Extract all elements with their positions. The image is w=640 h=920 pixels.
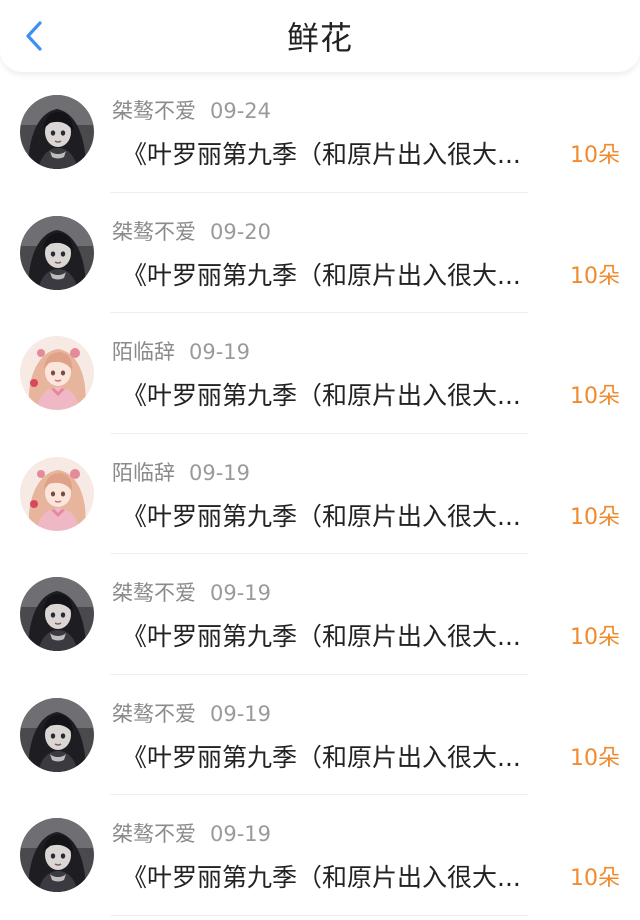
list-item[interactable]: 桀骜不爱 09-20 《叶罗丽第九季（和原片出入很大... 10朵 (0, 193, 640, 313)
date: 09-19 (210, 822, 272, 846)
list-item[interactable]: 桀骜不爱 09-19 《叶罗丽第九季（和原片出入很大... 10朵 (0, 554, 640, 675)
date: 09-19 (210, 581, 272, 605)
username: 陌临辞 (112, 340, 175, 364)
flower-amount: 10朵 (570, 143, 620, 168)
flower-amount: 10朵 (570, 866, 620, 891)
list-item[interactable]: 桀骜不爱 09-19 《叶罗丽第九季（和原片出入很大... 10朵 (0, 795, 640, 916)
book-title: 《叶罗丽第九季（和原片出入很大... (122, 622, 521, 651)
list-item[interactable]: 桀骜不爱 09-24 《叶罗丽第九季（和原片出入很大... 10朵 (0, 72, 640, 193)
username: 桀骜不爱 (112, 822, 196, 846)
avatar[interactable] (20, 336, 94, 410)
item-meta: 桀骜不爱 09-19 (112, 821, 271, 847)
date: 09-20 (210, 219, 272, 244)
username: 桀骜不爱 (112, 701, 196, 726)
book-title: 《叶罗丽第九季（和原片出入很大... (122, 501, 521, 531)
list-item[interactable]: 陌临辞 09-19 《叶罗丽第九季（和原片出入很大... 10朵 (0, 434, 640, 554)
book-title: 《叶罗丽第九季（和原片出入很大... (122, 140, 521, 169)
item-meta: 桀骜不爱 09-20 (112, 219, 271, 245)
flower-amount: 10朵 (570, 625, 620, 650)
avatar[interactable] (20, 95, 94, 169)
list-item[interactable]: 桀骜不爱 09-19 《叶罗丽第九季（和原片出入很大... 10朵 (0, 675, 640, 795)
flower-amount: 10朵 (570, 384, 620, 409)
avatar[interactable] (20, 215, 94, 290)
divider (110, 914, 528, 916)
date: 09-24 (210, 99, 272, 123)
book-title: 《叶罗丽第九季（和原片出入很大... (122, 742, 521, 772)
page-title: 鲜花 (286, 19, 353, 57)
list-item[interactable]: 陌临辞 09-19 《叶罗丽第九季（和原片出入很大... 10朵 (0, 313, 640, 434)
flower-amount: 10朵 (570, 263, 620, 289)
item-meta: 陌临辞 09-19 (112, 339, 250, 365)
book-title: 《叶罗丽第九季（和原片出入很大... (122, 381, 521, 410)
avatar[interactable] (20, 456, 94, 531)
username: 桀骜不爱 (112, 581, 196, 605)
item-meta: 陌临辞 09-19 (112, 460, 250, 486)
top-bar: 鲜花 (0, 0, 640, 72)
avatar[interactable] (20, 577, 94, 651)
avatar[interactable] (20, 697, 94, 772)
username: 桀骜不爱 (112, 99, 196, 123)
date: 09-19 (189, 460, 251, 485)
item-meta: 桀骜不爱 09-19 (112, 580, 271, 606)
flower-amount: 10朵 (570, 745, 620, 771)
date: 09-19 (189, 340, 251, 364)
item-meta: 桀骜不爱 09-24 (112, 98, 271, 124)
item-meta: 桀骜不爱 09-19 (112, 701, 271, 727)
book-title: 《叶罗丽第九季（和原片出入很大... (122, 260, 521, 290)
username: 陌临辞 (112, 460, 175, 485)
flower-record-list: 桀骜不爱 09-24 《叶罗丽第九季（和原片出入很大... 10朵 桀骜不爱 09-… (0, 72, 640, 916)
avatar[interactable] (20, 818, 94, 892)
flower-amount: 10朵 (570, 504, 620, 530)
book-title: 《叶罗丽第九季（和原片出入很大... (122, 863, 521, 892)
date: 09-19 (210, 701, 272, 726)
username: 桀骜不爱 (112, 219, 196, 244)
